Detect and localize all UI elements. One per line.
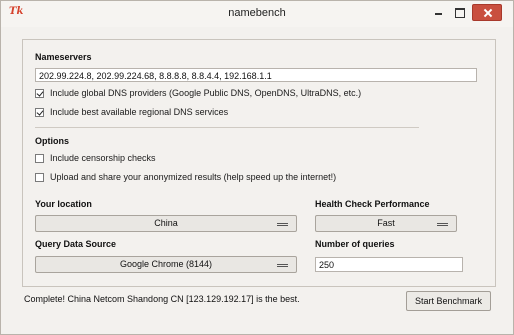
main-panel: Nameservers 202.99.224.8, 202.99.224.68,… — [22, 39, 496, 287]
censorship-label: Include censorship checks — [50, 153, 156, 163]
dropdown-icon — [437, 223, 448, 226]
title-bar: Tk namebench — [1, 1, 513, 27]
close-icon[interactable] — [472, 4, 502, 21]
include-global-row[interactable]: Include global DNS providers (Google Pub… — [35, 88, 361, 98]
include-global-label: Include global DNS providers (Google Pub… — [50, 88, 362, 98]
dropdown-icon — [277, 223, 288, 226]
options-heading: Options — [35, 136, 69, 146]
start-benchmark-button[interactable]: Start Benchmark — [406, 291, 491, 311]
minimize-icon[interactable] — [429, 4, 448, 21]
queries-heading: Number of queries — [315, 239, 395, 249]
status-text: Complete! China Netcom Shandong CN [123.… — [24, 294, 300, 304]
location-select[interactable]: China — [35, 215, 297, 232]
censorship-checkbox[interactable] — [35, 153, 44, 163]
nameservers-input[interactable]: 202.99.224.8, 202.99.224.68, 8.8.8.8, 8.… — [35, 68, 477, 82]
health-value: Fast — [377, 218, 395, 228]
location-heading: Your location — [35, 199, 92, 209]
health-select[interactable]: Fast — [315, 215, 457, 232]
censorship-row[interactable]: Include censorship checks — [35, 153, 156, 163]
namebench-window: Tk namebench Nameservers 202.99.224.8, 2… — [0, 0, 514, 335]
location-value: China — [154, 218, 178, 228]
query-source-select[interactable]: Google Chrome (8144) — [35, 256, 297, 273]
section-divider — [35, 127, 419, 128]
include-regional-label: Include best available regional DNS serv… — [50, 107, 229, 117]
query-source-heading: Query Data Source — [35, 239, 117, 249]
query-source-value: Google Chrome (8144) — [119, 259, 213, 269]
include-global-checkbox[interactable] — [35, 88, 44, 98]
dropdown-icon — [277, 264, 288, 267]
upload-label: Upload and share your anonymized results… — [50, 172, 337, 182]
include-regional-checkbox[interactable] — [35, 107, 44, 117]
upload-checkbox[interactable] — [35, 172, 44, 182]
queries-input[interactable]: 250 — [315, 257, 463, 272]
include-regional-row[interactable]: Include best available regional DNS serv… — [35, 107, 228, 117]
nameservers-heading: Nameservers — [35, 52, 92, 62]
maximize-icon[interactable] — [450, 4, 469, 21]
health-heading: Health Check Performance — [315, 199, 430, 209]
upload-row[interactable]: Upload and share your anonymized results… — [35, 172, 336, 182]
